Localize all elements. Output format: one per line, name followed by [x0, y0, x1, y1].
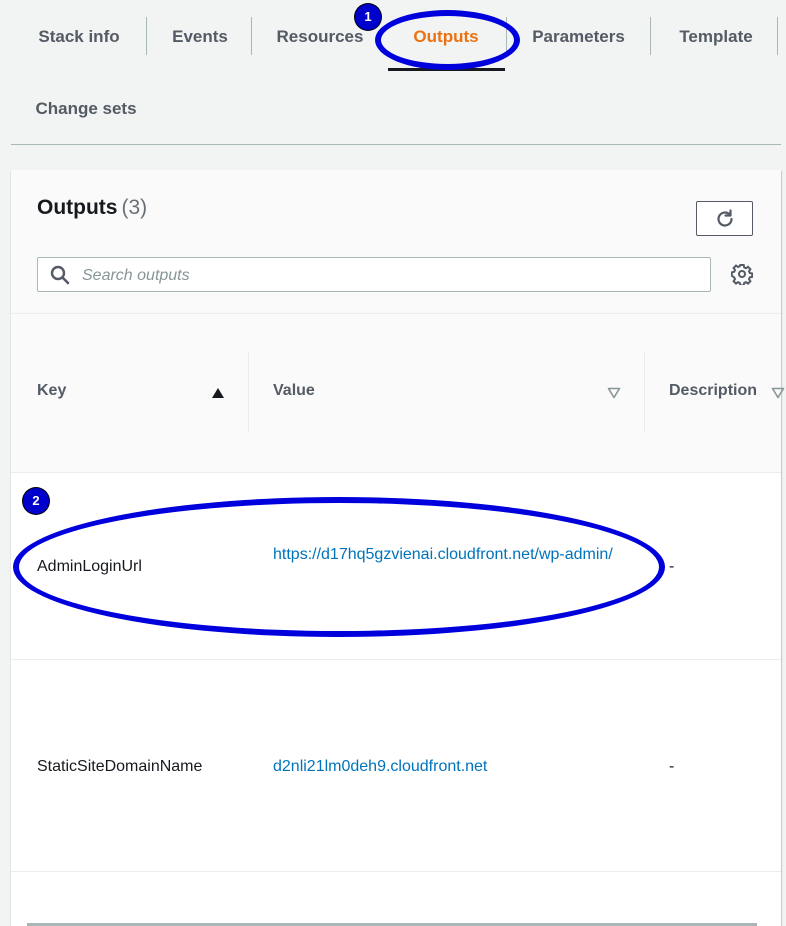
column-value[interactable]: Value	[273, 382, 315, 400]
search-icon	[50, 265, 70, 285]
step-badge-1: 1	[355, 4, 381, 30]
table-row: AdminLoginUrl https://d17hq5gzvienai.clo…	[11, 473, 781, 660]
output-key: AdminLoginUrl	[37, 558, 142, 575]
sort-icon[interactable]	[771, 387, 785, 399]
tab-divider	[650, 17, 651, 55]
column-divider	[644, 352, 645, 432]
output-key: StaticSiteDomainName	[37, 758, 203, 775]
table-row: StaticSiteDomainName d2nli21lm0deh9.clou…	[11, 660, 781, 872]
outputs-count: (3)	[121, 196, 148, 219]
output-description: -	[669, 558, 675, 575]
sort-icon[interactable]	[607, 387, 621, 399]
tab-template[interactable]: Template	[670, 19, 762, 55]
outputs-header: Outputs (3)	[11, 170, 781, 314]
tab-outputs[interactable]: Outputs	[400, 19, 492, 55]
refresh-icon	[716, 208, 733, 227]
tab-parameters[interactable]: Parameters	[522, 19, 635, 55]
sort-ascending-icon[interactable]	[211, 387, 225, 399]
tab-divider	[251, 17, 252, 55]
search-box	[37, 257, 711, 293]
output-value-link[interactable]: d2nli21lm0deh9.cloudfront.net	[273, 755, 633, 778]
tab-divider	[777, 17, 778, 55]
active-tab-indicator	[388, 68, 505, 71]
tab-resources[interactable]: Resources	[272, 19, 368, 55]
tab-events[interactable]: Events	[165, 19, 235, 55]
tab-change-sets[interactable]: Change sets	[30, 91, 142, 127]
table-header: Key Value Description	[11, 314, 785, 473]
step-badge-2: 2	[23, 488, 49, 514]
column-key[interactable]: Key	[37, 382, 66, 400]
tab-divider	[506, 17, 507, 55]
search-input[interactable]	[80, 258, 704, 293]
tab-divider	[146, 17, 147, 55]
tabs-divider	[11, 144, 781, 145]
tab-stack-info[interactable]: Stack info	[30, 19, 128, 55]
output-description: -	[669, 758, 675, 775]
outputs-panel: Outputs(3) Key Value De	[11, 170, 785, 926]
page-title: Outputs (3)	[37, 196, 147, 220]
gear-icon[interactable]	[731, 263, 753, 285]
refresh-button[interactable]	[696, 201, 753, 236]
column-description[interactable]: Description	[669, 382, 757, 400]
outputs-title: Outputs	[37, 196, 118, 219]
column-divider	[248, 352, 249, 432]
output-value-link[interactable]: https://d17hq5gzvienai.cloudfront.net/wp…	[273, 543, 633, 566]
tab-bar: Stack info Events Resources Outputs Para…	[0, 0, 786, 146]
